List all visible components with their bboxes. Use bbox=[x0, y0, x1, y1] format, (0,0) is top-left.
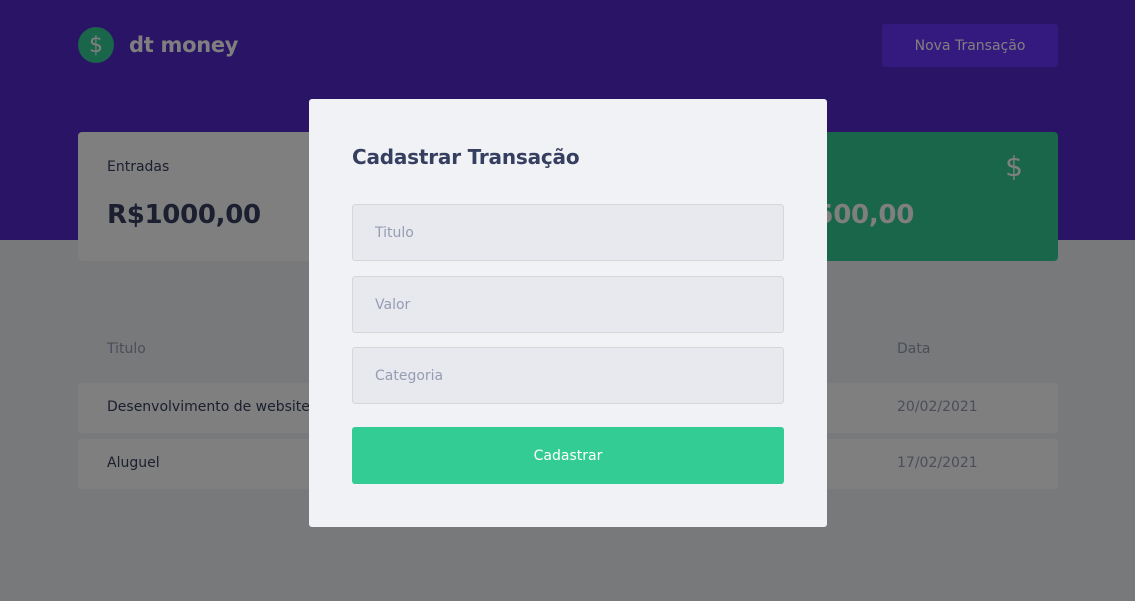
title-input[interactable] bbox=[352, 204, 784, 261]
submit-button[interactable]: Cadastrar bbox=[352, 427, 784, 484]
value-input[interactable] bbox=[352, 276, 784, 333]
modal-title: Cadastrar Transação bbox=[352, 145, 580, 169]
new-transaction-modal: Cadastrar Transação Cadastrar bbox=[309, 99, 827, 527]
category-input[interactable] bbox=[352, 347, 784, 404]
